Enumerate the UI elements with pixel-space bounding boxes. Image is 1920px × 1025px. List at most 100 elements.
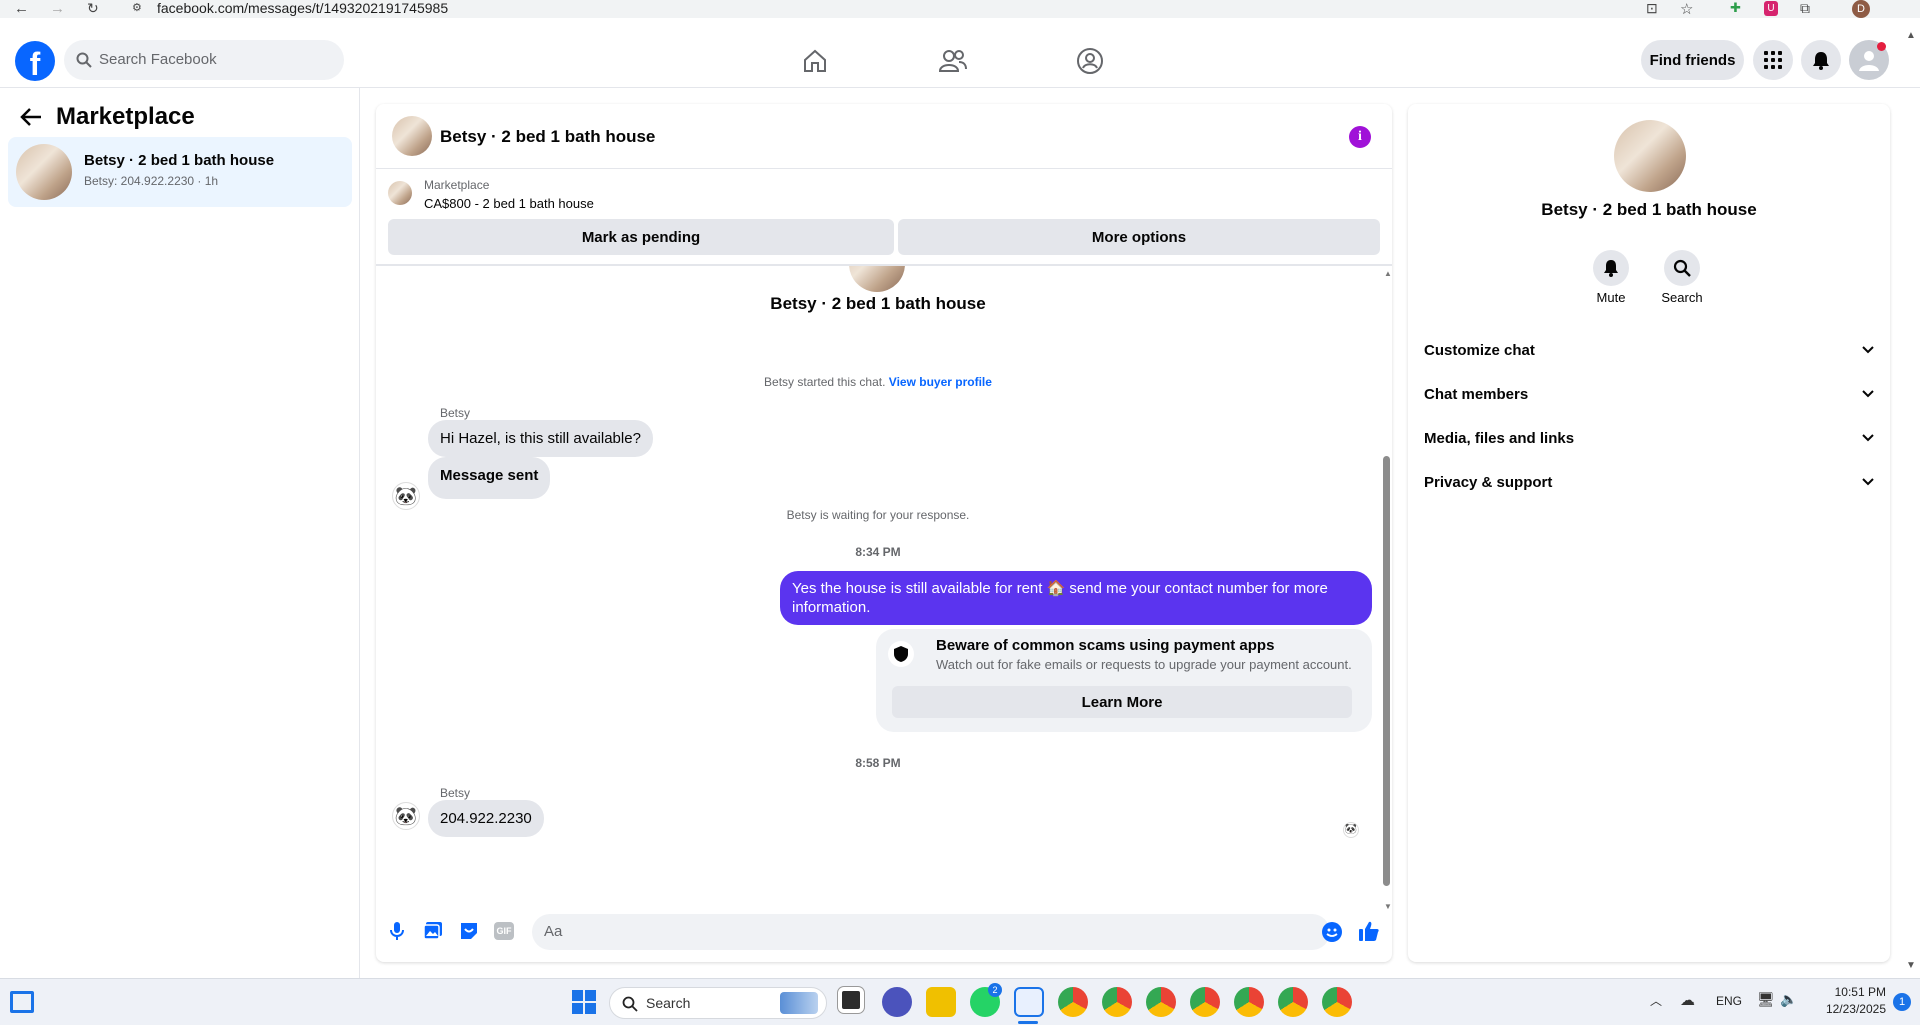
chrome-icon[interactable] (1322, 987, 1352, 1017)
timestamp: 8:34 PM (855, 545, 901, 559)
sender-avatar[interactable]: 🐼 (392, 482, 420, 510)
teams-icon[interactable] (882, 987, 912, 1017)
page-scroll-down-icon[interactable]: ▼ (1906, 960, 1916, 971)
view-buyer-profile-link[interactable]: View buyer profile (889, 375, 992, 389)
reload-icon[interactable]: ↻ (87, 0, 99, 17)
photo-icon[interactable] (423, 921, 443, 941)
incoming-message[interactable]: Hi Hazel, is this still available? (428, 420, 653, 457)
info-icon[interactable]: i (1349, 126, 1371, 148)
chrome-icon[interactable] (1058, 987, 1088, 1017)
microphone-icon[interactable] (390, 921, 404, 941)
search-in-chat-button[interactable] (1664, 250, 1700, 286)
taskbar-search[interactable]: Search (609, 987, 827, 1019)
chrome-icon[interactable] (1102, 987, 1132, 1017)
chrome-icon[interactable] (1146, 987, 1176, 1017)
sender-avatar[interactable]: 🐼 (392, 802, 420, 830)
thumbs-up-icon[interactable] (1358, 920, 1380, 942)
conversation-preview: Betsy: 204.922.2230 · 1h (84, 174, 219, 188)
search-icon (76, 52, 92, 68)
search-highlight-icon (780, 992, 818, 1014)
notification-badge[interactable]: 1 (1893, 993, 1911, 1011)
chat-members-section[interactable]: Chat members (1424, 376, 1874, 412)
emoji-icon[interactable] (1322, 922, 1342, 942)
media-files-links-section[interactable]: Media, files and links (1424, 420, 1874, 456)
facebook-logo[interactable]: f (15, 41, 55, 81)
volume-icon[interactable]: 🔈 (1780, 991, 1797, 1008)
menu-grid-button[interactable] (1753, 40, 1793, 80)
chat-header-avatar[interactable] (392, 116, 432, 156)
scrollbar-thumb[interactable] (1383, 456, 1390, 886)
sticky-notes-icon[interactable] (926, 987, 956, 1017)
chevron-down-icon (1862, 478, 1874, 486)
search-input[interactable]: Search Facebook (64, 40, 344, 80)
clock-time[interactable]: 10:51 PM (1816, 985, 1886, 999)
chat-window: Betsy · 2 bed 1 bath house i Marketplace… (376, 104, 1392, 962)
incoming-message[interactable]: 204.922.2230 (428, 800, 544, 837)
conversation-list-panel (0, 88, 360, 978)
extension-badge-icon[interactable]: U (1764, 1, 1778, 16)
conversation-item[interactable]: Betsy · 2 bed 1 bath house Betsy: 204.92… (8, 137, 352, 207)
timestamp: 8:58 PM (855, 756, 901, 770)
mute-label: Mute (1596, 290, 1626, 305)
whatsapp-badge: 2 (988, 983, 1002, 997)
customize-chat-section[interactable]: Customize chat (1424, 332, 1874, 368)
listing-price-title[interactable]: CA$800 - 2 bed 1 bath house (424, 196, 594, 211)
clock-date[interactable]: 12/23/2025 (1806, 1002, 1886, 1016)
conversation-title: Betsy · 2 bed 1 bath house (84, 152, 275, 169)
install-icon[interactable]: ⊡ (1646, 0, 1658, 17)
chrome-icon[interactable] (1234, 987, 1264, 1017)
marketplace-title: Marketplace (56, 103, 195, 130)
address-bar[interactable]: facebook.com/messages/t/1493202191745985 (157, 0, 448, 16)
details-avatar[interactable] (1614, 120, 1686, 192)
network-icon[interactable]: 🖥 (1757, 991, 1775, 1008)
chevron-up-icon[interactable]: ︿ (1650, 992, 1662, 1009)
scam-title: Beware of common scams using payment app… (936, 637, 1275, 654)
chevron-down-icon (1862, 346, 1874, 354)
outgoing-message[interactable]: Yes the house is still available for ren… (780, 571, 1372, 625)
widgets-icon[interactable] (10, 991, 34, 1013)
task-view-icon[interactable] (838, 987, 864, 1013)
sticker-icon[interactable] (459, 921, 479, 941)
profile-avatar[interactable]: D (1852, 0, 1870, 18)
mark-as-pending-button[interactable]: Mark as pending (388, 219, 894, 255)
groups-icon[interactable] (1076, 47, 1104, 75)
bookmark-star-icon[interactable]: ☆ (1680, 0, 1693, 18)
forward-icon[interactable]: → (50, 0, 65, 17)
onedrive-icon[interactable]: ☁ (1680, 991, 1695, 1009)
chat-title[interactable]: Betsy · 2 bed 1 bath house (440, 127, 655, 147)
extensions-puzzle-icon[interactable]: ⧉ (1800, 0, 1810, 17)
taskbar-search-label: Search (646, 995, 691, 1011)
active-indicator (1018, 1021, 1038, 1024)
back-arrow-icon[interactable] (20, 107, 42, 127)
learn-more-button[interactable]: Learn More (892, 686, 1352, 718)
language-indicator[interactable]: ENG (1716, 994, 1742, 1008)
scroll-up-icon[interactable]: ▲ (1384, 269, 1392, 278)
scroll-down-icon[interactable]: ▼ (1384, 902, 1392, 911)
chrome-icon[interactable] (1190, 987, 1220, 1017)
page-scroll-up-icon[interactable]: ▲ (1906, 30, 1916, 41)
chat-started-notice: Betsy started this chat. View buyer prof… (376, 375, 1380, 389)
windows-start-icon[interactable] (572, 990, 596, 1014)
scrollbar[interactable]: ▲ ▼ (1381, 266, 1392, 918)
extension-icon[interactable]: ✚ (1730, 0, 1741, 16)
gif-icon[interactable]: GIF (494, 922, 514, 940)
site-info-icon[interactable]: ⚙ (132, 1, 142, 14)
bell-icon (1604, 260, 1618, 277)
message-input[interactable]: Aa (532, 914, 1330, 950)
grid-icon (1764, 51, 1782, 69)
notifications-button[interactable] (1801, 40, 1841, 80)
search-icon (1673, 259, 1691, 277)
snipping-tool-icon[interactable] (1014, 987, 1044, 1017)
incoming-message[interactable]: Message sent (428, 457, 551, 499)
chrome-icon[interactable] (1278, 987, 1308, 1017)
home-icon[interactable] (802, 48, 828, 74)
mute-button[interactable] (1593, 250, 1629, 286)
privacy-support-section[interactable]: Privacy & support (1424, 464, 1874, 500)
section-label: Chat members (1424, 385, 1529, 403)
find-friends-button[interactable]: Find friends (1641, 40, 1744, 80)
more-options-button[interactable]: More options (898, 219, 1380, 255)
back-icon[interactable]: ← (14, 0, 29, 17)
conversation-avatar (16, 144, 72, 200)
friends-icon[interactable] (939, 48, 967, 74)
profile-avatar-large (849, 266, 905, 292)
